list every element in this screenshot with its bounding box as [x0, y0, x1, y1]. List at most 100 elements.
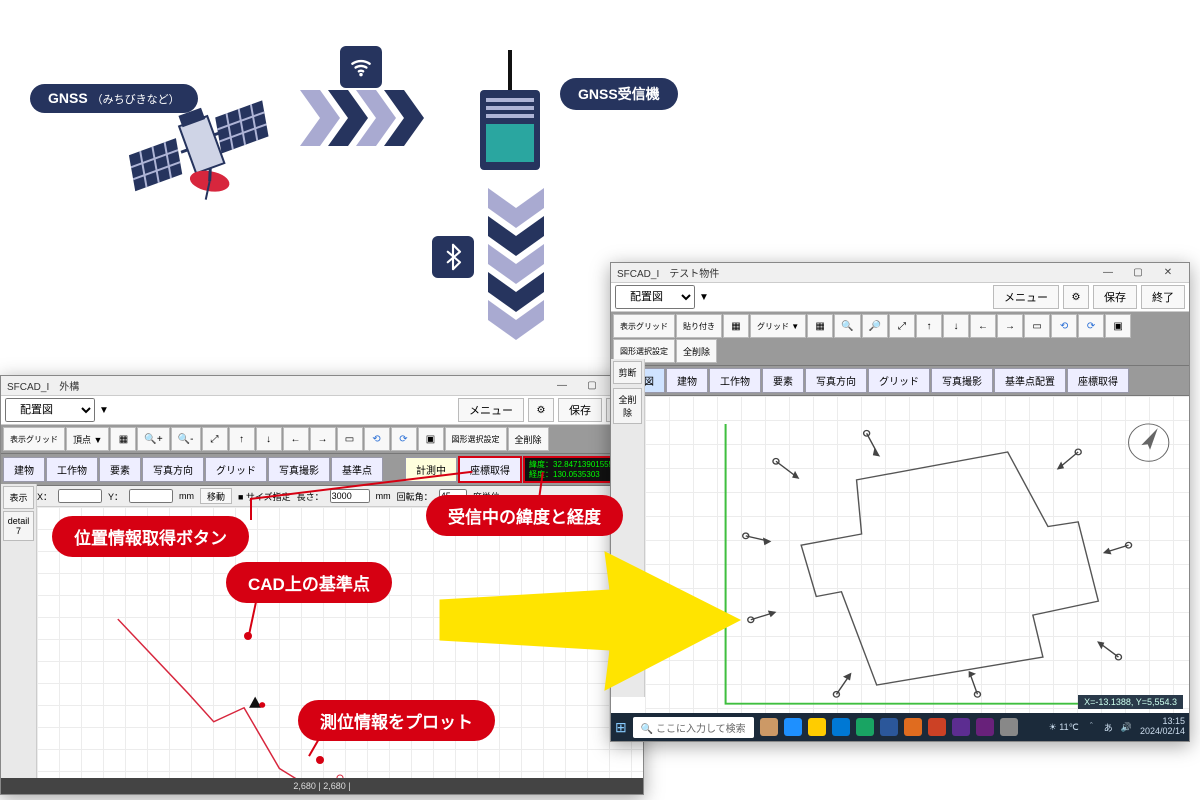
- zoom-in-icon[interactable]: 🔍+: [137, 427, 169, 451]
- cad1-grid-button[interactable]: 表示グリッド: [3, 427, 65, 451]
- taskbar-search[interactable]: 🔍 ここに入力して検索: [633, 717, 754, 738]
- ribbon-building[interactable]: 建物: [3, 457, 45, 482]
- cad2-menu-button[interactable]: メニュー: [993, 285, 1059, 309]
- ribbon-element[interactable]: 要素: [99, 457, 141, 482]
- zoom-fit-icon[interactable]: ⤢: [889, 314, 915, 338]
- bluetooth-icon: [432, 236, 474, 278]
- undo-icon[interactable]: ⟲: [1051, 314, 1077, 338]
- side2-2[interactable]: 全削除: [613, 388, 642, 424]
- ribbon-getcoord[interactable]: 座標取得: [458, 456, 522, 483]
- chevrons-right: [300, 90, 450, 151]
- cad2-menubar: 配置図 ▼ メニュー ⚙ 保存 終了: [611, 283, 1189, 312]
- ribbon-photodir[interactable]: 写真方向: [142, 457, 204, 482]
- taskbar-app-icon[interactable]: [760, 718, 778, 736]
- taskbar-app-icon[interactable]: [904, 718, 922, 736]
- taskbar-word-icon[interactable]: [880, 718, 898, 736]
- arrow-right-icon[interactable]: →: [310, 427, 336, 451]
- cad1-deleteall-button[interactable]: 全削除: [508, 427, 549, 451]
- cad2-toolbar: 表示グリッド 貼り付き ▦ グリッド ▼ ▦ 🔍 🔎 ⤢ ↑ ↓ ← → ▭ ⟲…: [611, 312, 1189, 366]
- start-icon[interactable]: ⊞: [615, 719, 627, 736]
- arrow-down-icon[interactable]: ↓: [256, 427, 282, 451]
- cad1-vertex-button[interactable]: 頂点 ▼: [66, 427, 109, 451]
- side2-0[interactable]: 剪断: [613, 361, 642, 384]
- cad2-griddd[interactable]: グリッド ▼: [750, 314, 806, 338]
- zoom-out-icon[interactable]: 🔍-: [171, 427, 201, 451]
- callout-line: [250, 498, 252, 520]
- zoom-in-icon[interactable]: 🔍: [834, 314, 860, 338]
- ribbon2-grid[interactable]: グリッド: [868, 368, 930, 393]
- taskbar-vs-icon[interactable]: [952, 718, 970, 736]
- taskbar-app-icon[interactable]: [1000, 718, 1018, 736]
- info-move-button[interactable]: 移動: [200, 488, 232, 504]
- cad2-footer-coord: X=-13.1388, Y=5,554.3: [1078, 695, 1183, 709]
- cad2-save-button[interactable]: 保存: [1093, 285, 1137, 309]
- tool-icon[interactable]: ▣: [418, 427, 444, 451]
- taskbar-edge-icon[interactable]: [784, 718, 802, 736]
- side-detail[interactable]: detail 7: [3, 511, 34, 541]
- ribbon2-element[interactable]: 要素: [762, 368, 804, 393]
- tool-icon[interactable]: ▭: [1024, 314, 1050, 338]
- tool-icon[interactable]: ▭: [337, 427, 363, 451]
- callout-dot: [244, 632, 252, 640]
- taskbar-vs2-icon[interactable]: [976, 718, 994, 736]
- cad1-shapeselect-button[interactable]: 図形選択設定: [445, 427, 507, 451]
- cad2-exit-button[interactable]: 終了: [1141, 285, 1185, 309]
- arrow-left-icon[interactable]: ←: [283, 427, 309, 451]
- ribbon-basepoint[interactable]: 基準点: [331, 457, 383, 482]
- cad2-settings-button[interactable]: ⚙: [1063, 285, 1089, 309]
- gnss-receiver-label: GNSS受信機: [560, 78, 678, 110]
- gnss-satellite-text: GNSS: [48, 90, 88, 106]
- cad2-mode-select[interactable]: 配置図: [615, 285, 695, 309]
- taskbar-folder-icon[interactable]: [808, 718, 826, 736]
- gnss-receiver-text: GNSS受信機: [578, 86, 660, 102]
- redo-icon[interactable]: ⟳: [391, 427, 417, 451]
- ribbon2-basepoint[interactable]: 基準点配置: [994, 368, 1066, 393]
- taskbar-excel-icon[interactable]: [856, 718, 874, 736]
- ribbon-photoshot[interactable]: 写真撮影: [268, 457, 330, 482]
- ribbon2-structure[interactable]: 工作物: [709, 368, 761, 393]
- ribbon2-photodir[interactable]: 写真方向: [805, 368, 867, 393]
- callout-basepoint: CAD上の基準点: [226, 562, 392, 603]
- cad2-grid[interactable]: 表示グリッド: [613, 314, 675, 338]
- cad1-status-text: 2,680 | 2,680 |: [293, 781, 350, 791]
- info-len-input[interactable]: [330, 489, 370, 503]
- info-x-input[interactable]: [58, 489, 102, 503]
- arrow-up-icon[interactable]: ↑: [229, 427, 255, 451]
- info-y-input[interactable]: [129, 489, 173, 503]
- tool-icon[interactable]: ▦: [807, 314, 833, 338]
- taskbar-ie-icon[interactable]: [832, 718, 850, 736]
- cad2-window-controls[interactable]: —▢✕: [1093, 267, 1183, 278]
- side-display[interactable]: 表示: [3, 486, 34, 509]
- ribbon-grid[interactable]: グリッド: [205, 457, 267, 482]
- cad1-save-button[interactable]: 保存: [558, 398, 602, 422]
- cad2-deleteall[interactable]: 全削除: [676, 339, 717, 363]
- tool-icon[interactable]: ▣: [1105, 314, 1131, 338]
- undo-icon[interactable]: ⟲: [364, 427, 390, 451]
- info-unit: mm: [179, 491, 194, 501]
- big-yellow-arrow: [430, 540, 750, 705]
- ribbon-structure[interactable]: 工作物: [46, 457, 98, 482]
- ribbon2-building[interactable]: 建物: [666, 368, 708, 393]
- ime-indicator[interactable]: あ: [1104, 721, 1113, 734]
- zoom-out-icon[interactable]: 🔎: [862, 314, 888, 338]
- cad1-settings-button[interactable]: ⚙: [528, 398, 554, 422]
- cad1-titlebar: SFCAD_I 外構 —▢✕: [1, 376, 643, 396]
- arrow-up-icon[interactable]: ↑: [916, 314, 942, 338]
- tool-icon[interactable]: ▦: [723, 314, 749, 338]
- arrow-down-icon[interactable]: ↓: [943, 314, 969, 338]
- arrow-right-icon[interactable]: →: [997, 314, 1023, 338]
- ribbon2-photoshot[interactable]: 写真撮影: [931, 368, 993, 393]
- cad1-mode-select[interactable]: 配置図: [5, 398, 95, 422]
- arrow-left-icon[interactable]: ←: [970, 314, 996, 338]
- cad2-snap[interactable]: 貼り付き: [676, 314, 722, 338]
- info-x-label: X：: [37, 490, 52, 503]
- callout-plot-text: 測位情報をプロット: [320, 713, 473, 732]
- cad1-menu-button[interactable]: メニュー: [458, 398, 524, 422]
- satellite-illustration: [100, 60, 300, 220]
- taskbar-chrome-icon[interactable]: [928, 718, 946, 736]
- redo-icon[interactable]: ⟳: [1078, 314, 1104, 338]
- ribbon2-getcoord[interactable]: 座標取得: [1067, 368, 1129, 393]
- tool-icon[interactable]: ▦: [110, 427, 136, 451]
- zoom-fit-icon[interactable]: ⤢: [202, 427, 228, 451]
- cad1-ribbon: 建物 工作物 要素 写真方向 グリッド 写真撮影 基準点 計測中 座標取得 緯度…: [1, 454, 643, 486]
